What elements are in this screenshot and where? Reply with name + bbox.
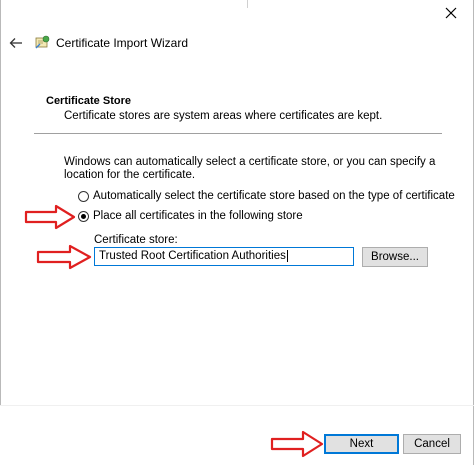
certificate-store-value: Trusted Root Certification Authorities	[99, 250, 286, 262]
close-button[interactable]	[438, 2, 464, 24]
title-bar-divider	[247, 0, 248, 8]
red-arrow-annotation-radio	[24, 204, 76, 230]
wizard-title: Certificate Import Wizard	[56, 36, 189, 50]
back-arrow-icon	[9, 38, 22, 48]
radio-place-in-store[interactable]: Place all certificates in the following …	[78, 210, 303, 222]
footer-divider	[0, 405, 474, 406]
red-arrow-annotation-store	[36, 244, 92, 270]
red-arrow-annotation-next	[270, 430, 324, 458]
certificate-store-label: Certificate store:	[94, 234, 178, 246]
radio-auto-label: Automatically select the certificate sto…	[93, 190, 455, 202]
radio-manual-label: Place all certificates in the following …	[93, 210, 303, 222]
radio-button-auto[interactable]	[78, 190, 89, 202]
intro-text: Windows can automatically select a certi…	[64, 156, 436, 181]
certificate-store-field[interactable]: Trusted Root Certification Authorities	[94, 247, 354, 266]
window-left-border	[0, 0, 1, 405]
title-bar	[0, 0, 474, 28]
certificate-wizard-icon	[35, 35, 50, 49]
section-description: Certificate stores are system areas wher…	[64, 110, 383, 122]
text-caret	[286, 249, 288, 262]
certificate-import-wizard-window: Certificate Import Wizard Certificate St…	[0, 0, 474, 465]
radio-button-manual[interactable]	[78, 210, 89, 222]
section-title: Certificate Store	[46, 95, 131, 107]
header-divider	[34, 133, 442, 134]
cancel-button[interactable]: Cancel	[403, 434, 461, 454]
browse-button[interactable]: Browse...	[362, 247, 428, 267]
back-button[interactable]	[6, 33, 26, 53]
next-button[interactable]: Next	[324, 434, 399, 454]
close-icon	[445, 7, 457, 19]
radio-auto-select[interactable]: Automatically select the certificate sto…	[78, 190, 455, 202]
